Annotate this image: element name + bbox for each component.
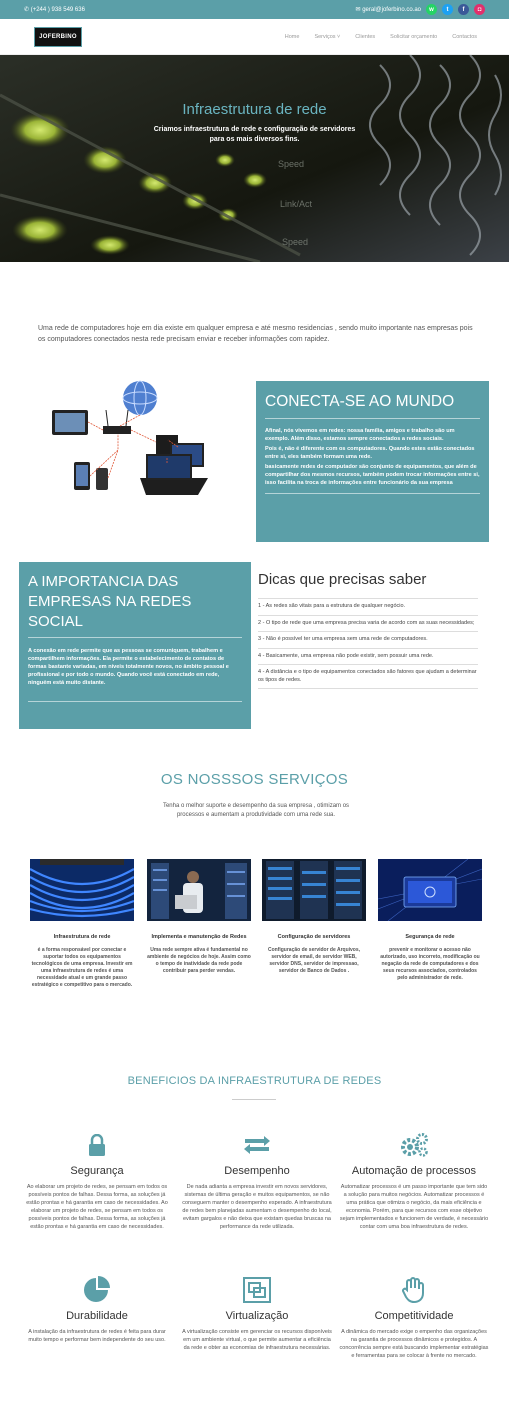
menu: Home Serviços ˅ Clientes Solicitar orçam… [285,34,477,40]
nav-item-servicos[interactable]: Serviços ˅ [314,34,340,40]
benefit-item: Desempenho De nada adianta a empresa inv… [182,1130,332,1231]
hero-network-image: Speed Link/Act Speed [0,55,509,262]
connect-paragraph: Afinal, nós vivemos em redes: nossa famí… [265,428,455,442]
hero-subtitle: Criamos infraestrutura de rede e configu… [153,126,356,143]
gears-icon [401,1133,428,1157]
divider [258,688,478,689]
connect-paragraph: basicamente redes de computador são conj… [265,464,480,486]
benefit-text: Automatizar processos é um passo importa… [339,1184,489,1230]
tip-item: 1 - As redes são vitais para a estrutura… [258,603,406,609]
benefit-text: A dinâmica do mercado exige o empenho da… [339,1329,489,1359]
benefit-title: Durabilidade [66,1310,128,1322]
virtualization-icon [243,1277,271,1303]
benefit-title: Segurança [70,1165,124,1177]
contact-social: ✉ geral@joferbino.co.ao w t f ◘ [356,4,485,15]
network-devices-illustration [52,380,208,495]
divider [258,664,478,665]
service-title: Implementa e manutenção de Redes [151,934,247,940]
benefit-item: Competitividade A dinâmica do mercado ex… [339,1275,489,1360]
facebook-icon[interactable]: f [458,4,469,15]
connect-paragraph: Pois é, não é diferente com os computado… [265,446,475,460]
security-image [377,858,483,922]
benefit-text: A instalação da infraestrutura de redes … [28,1329,166,1343]
tips-section: Dicas que precisas saber 1 - As redes sã… [258,571,478,693]
benefit-title: Desempenho [224,1165,290,1177]
service-card[interactable]: Configuração de servidores Configuração … [262,859,366,975]
divider [28,701,242,702]
service-card[interactable]: Infraestrutura de rede é a forma respons… [29,859,135,989]
twitter-icon[interactable]: t [442,4,453,15]
importance-text: A conexão em rede permite que as pessoas… [28,648,229,686]
lock-icon [89,1134,105,1156]
tips-title: Dicas que precisas saber [258,571,427,588]
divider [265,493,480,494]
service-title: Configuração de servidores [277,934,351,940]
nav-item-contactos[interactable]: Contactos [452,34,477,40]
divider [265,418,480,419]
benefit-item: Virtualização A virtualização consiste e… [182,1275,332,1352]
instagram-icon[interactable]: ◘ [474,4,485,15]
tip-item: 4 - Basicamente, uma empresa não pode ex… [258,652,434,659]
divider [258,631,478,632]
service-card[interactable]: Implementa e manutenção de Redes Uma red… [147,859,251,975]
service-text: Configuração de servidor de Arquivos, se… [267,947,361,974]
nav-item-home[interactable]: Home [285,34,300,40]
service-text: Uma rede sempre ativa é fundamental no a… [147,947,251,974]
nav-item-orcamento[interactable]: Solicitar orçamento [390,34,437,40]
tip-item: 2 - O tipo de rede que uma empresa preci… [258,619,475,626]
benefit-item: Automação de processos Automatizar proce… [339,1130,489,1231]
hero-banner: Speed Link/Act Speed Infraestrutura de r… [0,55,509,262]
benefits-title: BENEFICIOS DA INFRAESTRUTURA DE REDES [127,1075,382,1087]
divider [232,1099,276,1100]
benefit-text: Ao elaborar um projeto de redes, se pens… [26,1184,168,1230]
connect-title: CONECTA-SE AO MUNDO [265,393,455,410]
intro-text: Uma rede de computadores hoje em dia exi… [38,325,473,343]
cables-image [29,859,135,921]
services-title: OS NOSSSOS SERVIÇOS [160,771,349,788]
service-text: é a forma responsável por conectar e sup… [31,947,133,988]
nav-item-clientes[interactable]: Clientes [355,34,375,40]
hand-icon [402,1277,424,1304]
benefit-title: Automação de processos [351,1165,477,1177]
technician-image [147,859,251,921]
benefit-title: Competitividade [374,1310,454,1322]
pie-chart-icon [84,1276,110,1302]
retweet-icon [244,1136,270,1154]
svg-text:Link/Act: Link/Act [280,199,313,209]
importance-box: A IMPORTANCIA DAS EMPRESAS NA REDES SOCI… [19,562,251,729]
benefit-item: Segurança Ao elaborar um projeto de rede… [22,1130,172,1231]
phone-number: (+244 ) 938 549 636 [30,7,85,13]
divider [28,637,242,638]
service-text: prevenir e monitorar o acesso não autori… [380,947,480,981]
service-card[interactable]: Segurança de rede prevenir e monitorar o… [377,858,483,982]
tip-item: 4 - A distância e o tipo de equipamentos… [258,669,477,683]
service-title: Infraestrutura de rede [53,934,111,940]
tip-item: 3 - Não é possível ter uma empresa sem u… [258,636,428,642]
phone-icon: ✆ [24,7,31,13]
hero-title: Infraestrutura de rede [182,101,327,118]
phone-info: ✆ (+244 ) 938 549 636 [24,6,85,13]
service-title: Segurança de rede [405,934,455,940]
importance-title: A IMPORTANCIA DAS EMPRESAS NA REDES SOCI… [28,573,192,630]
main-nav: JOFERBINO Home Serviços ˅ Clientes Solic… [0,19,509,55]
benefit-title: Virtualização [225,1310,289,1322]
logo[interactable]: JOFERBINO [34,26,82,47]
servers-image [262,859,366,921]
benefit-text: A virtualização consiste em gerenciar os… [182,1329,332,1351]
benefit-item: Durabilidade A instalação da infraestrut… [22,1275,172,1344]
svg-text:Speed: Speed [278,159,304,169]
connect-box: CONECTA-SE AO MUNDO Afinal, nós vivemos … [256,381,489,542]
divider [258,598,478,599]
email-link[interactable]: ✉ geral@joferbino.co.ao [356,6,422,13]
svg-text:Speed: Speed [282,237,308,247]
services-subtitle: Tenha o melhor suporte e desempenho da s… [162,803,350,818]
divider [258,647,478,649]
top-bar: ✆ (+244 ) 938 549 636 ✉ geral@joferbino.… [0,0,509,19]
benefit-text: De nada adianta a empresa investir em no… [182,1184,332,1230]
whatsapp-icon[interactable]: w [426,4,437,15]
divider [258,614,478,616]
